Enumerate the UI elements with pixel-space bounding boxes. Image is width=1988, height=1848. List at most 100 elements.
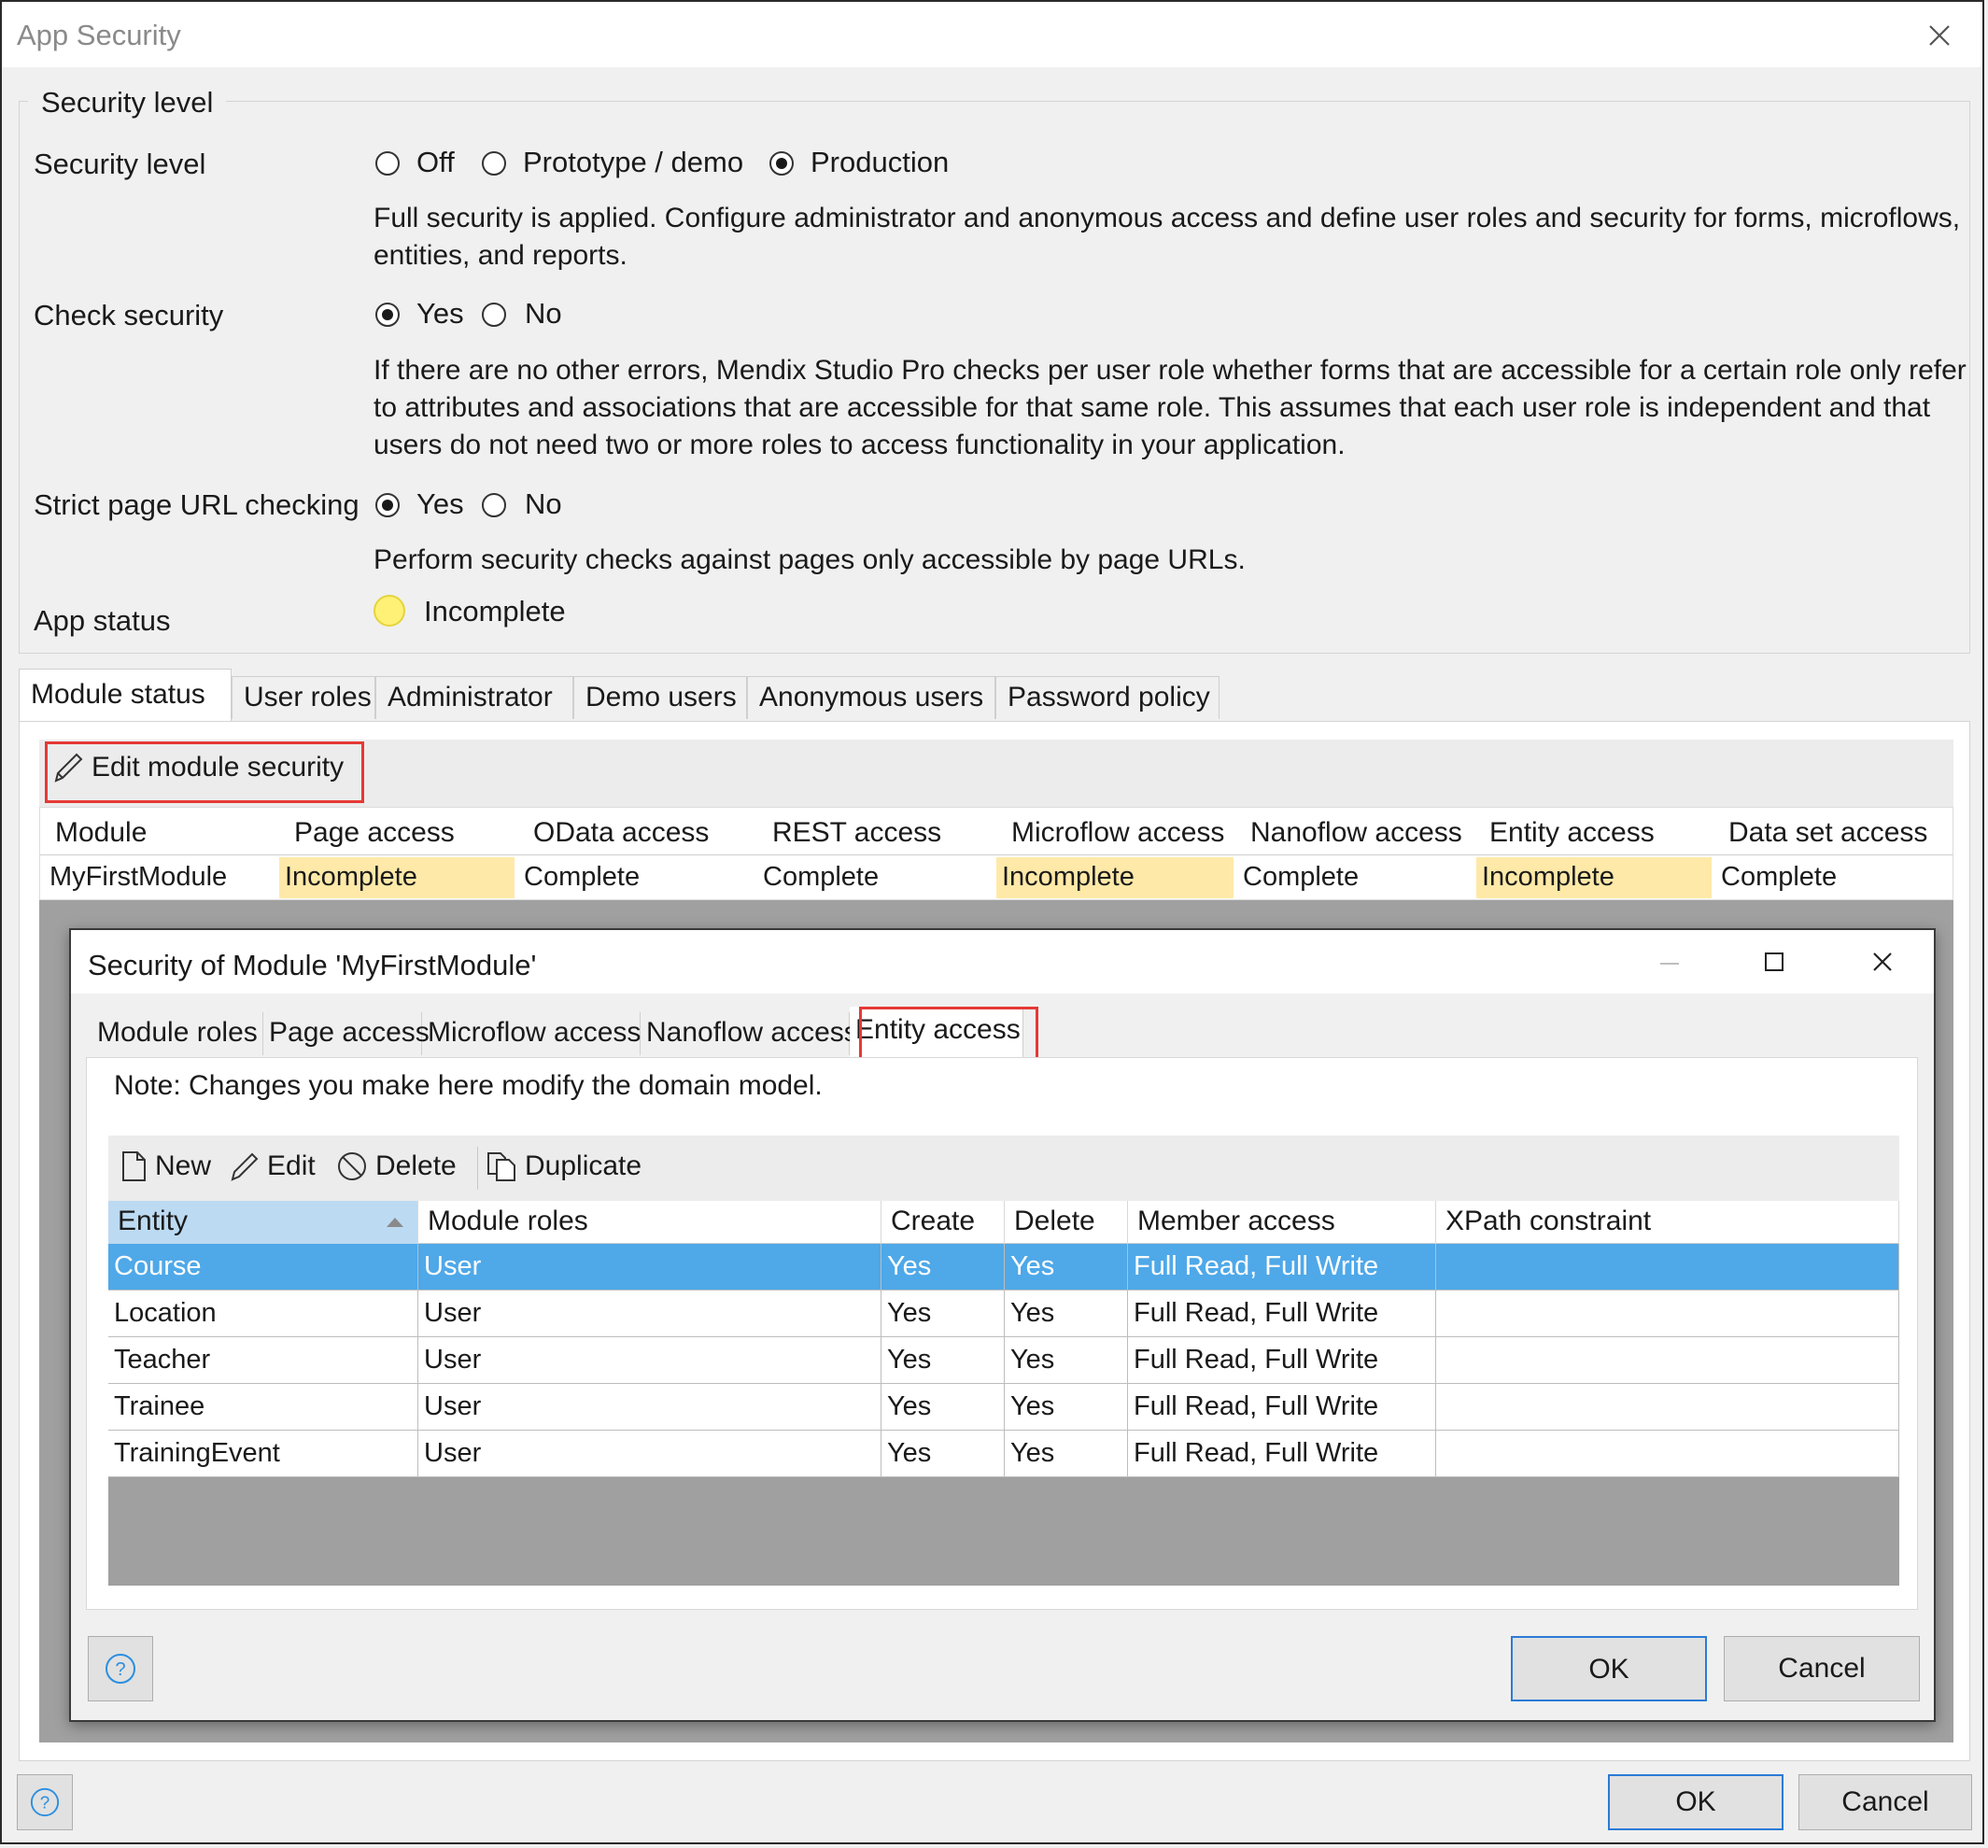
cell-xpath [1436,1291,1899,1337]
cell-member-access: Full Read, Full Write [1128,1384,1436,1431]
radio-production-label: Production [811,146,950,178]
tab-module-roles[interactable]: Module roles [92,1012,263,1055]
tab-demo-users[interactable]: Demo users [573,676,747,719]
cell-member-access: Full Read, Full Write [1128,1244,1436,1291]
tab-page-access[interactable]: Page access [263,1012,430,1055]
cell-delete: Yes [1005,1431,1128,1477]
svg-text:?: ? [115,1659,125,1680]
tab-module-status[interactable]: Module status [19,669,232,723]
table-row[interactable]: Trainee User Yes Yes Full Read, Full Wri… [108,1384,1899,1431]
domain-model-note: Note: Changes you make here modify the d… [114,1070,823,1101]
level-description-2: entities, and reports. [374,240,627,271]
close-icon[interactable] [1923,19,1956,52]
new-button[interactable]: New [120,1150,211,1182]
radio-strict-yes[interactable] [375,493,400,517]
cell-create: Yes [881,1337,1005,1384]
tab-administrator[interactable]: Administrator [375,676,573,719]
col-rest-access: REST access [772,817,942,848]
cell-member-access: Full Read, Full Write [1128,1291,1436,1337]
cell-module-roles: User [418,1384,881,1431]
col-nanoflow-access: Nanoflow access [1250,817,1462,848]
cell-module: MyFirstModule [49,862,228,892]
radio-strict-no[interactable] [482,493,506,517]
status-indicator-icon [374,595,405,627]
group-title: Security level [28,86,227,120]
minimize-icon[interactable] [1658,954,1681,973]
help-icon: ? [30,1787,60,1817]
col-module-roles[interactable]: Module roles [418,1201,881,1244]
title-bar: App Security [2,2,1982,67]
tab-anonymous-users[interactable]: Anonymous users [747,676,995,719]
cell-odata-access: Complete [524,862,641,892]
cell-module-roles: User [418,1244,881,1291]
cell-rest-access: Complete [763,862,880,892]
radio-check-no[interactable] [482,303,506,327]
col-create[interactable]: Create [881,1201,1005,1244]
col-entity-label: Entity [118,1206,189,1236]
table-row[interactable]: TrainingEvent User Yes Yes Full Read, Fu… [108,1431,1899,1477]
cell-module-roles: User [418,1431,881,1477]
help-button[interactable]: ? [88,1636,153,1701]
security-level-label: Security level [34,148,206,180]
table-row[interactable]: MyFirstModule Incomplete Complete Comple… [40,854,1953,900]
check-description-3: users do not need two or more roles to a… [374,430,1346,460]
svg-text:?: ? [40,1794,50,1813]
cell-create: Yes [881,1384,1005,1431]
radio-prototype[interactable] [482,151,506,176]
ok-button[interactable]: OK [1608,1774,1784,1830]
tab-password-policy[interactable]: Password policy [995,676,1220,719]
dialog-ok-button[interactable]: OK [1511,1636,1707,1701]
radio-off[interactable] [375,151,400,176]
delete-button[interactable]: Delete [336,1150,457,1182]
module-status-grid: Module Page access OData access REST acc… [39,807,1953,900]
cancel-button[interactable]: Cancel [1798,1774,1972,1830]
help-button[interactable]: ? [17,1774,73,1830]
cell-create: Yes [881,1244,1005,1291]
cell-xpath [1436,1384,1899,1431]
radio-check-yes[interactable] [375,303,400,327]
cell-xpath [1436,1244,1899,1291]
cell-entity-access: Incomplete [1476,857,1712,898]
cell-entity: Course [108,1244,418,1291]
col-delete[interactable]: Delete [1005,1201,1128,1244]
maximize-icon[interactable] [1763,951,1785,973]
edit-button[interactable]: Edit [230,1150,316,1182]
delete-label: Delete [375,1150,457,1181]
cell-member-access: Full Read, Full Write [1128,1431,1436,1477]
help-icon: ? [106,1654,135,1684]
col-xpath-constraint[interactable]: XPath constraint [1436,1201,1899,1244]
dialog-title: Security of Module 'MyFirstModule' [88,949,537,981]
col-entity-access: Entity access [1489,817,1655,848]
check-description-2: to attributes and associations that are … [374,392,1931,423]
duplicate-button[interactable]: Duplicate [486,1150,642,1182]
cell-entity: Trainee [108,1384,418,1431]
app-status-label: App status [34,604,171,637]
table-row[interactable]: Location User Yes Yes Full Read, Full Wr… [108,1291,1899,1337]
close-icon[interactable] [1869,949,1896,975]
cell-data-set-access: Complete [1721,862,1838,892]
toolbar-separator [477,1147,478,1190]
duplicate-label: Duplicate [525,1150,642,1181]
radio-prototype-label: Prototype / demo [523,146,744,178]
table-row[interactable]: Course User Yes Yes Full Read, Full Writ… [108,1244,1899,1291]
col-member-access[interactable]: Member access [1128,1201,1436,1244]
cell-delete: Yes [1005,1337,1128,1384]
cell-entity: TrainingEvent [108,1431,418,1477]
tab-nanoflow-access[interactable]: Nanoflow access [641,1012,858,1055]
cell-xpath [1436,1431,1899,1477]
cell-delete: Yes [1005,1291,1128,1337]
table-row[interactable]: Teacher User Yes Yes Full Read, Full Wri… [108,1337,1899,1384]
duplicate-icon [487,1152,515,1181]
radio-production[interactable] [769,151,794,176]
radio-strict-yes-label: Yes [416,487,464,520]
col-entity[interactable]: Entity [108,1201,418,1244]
tab-microflow-access[interactable]: Microflow access [422,1012,641,1055]
highlight-edit-module-security [45,741,364,803]
app-status-value: Incomplete [424,595,566,628]
prohibited-icon [338,1152,366,1180]
dialog-cancel-button[interactable]: Cancel [1724,1636,1920,1701]
tab-user-roles[interactable]: User roles [232,676,375,719]
strict-description: Perform security checks against pages on… [374,544,1246,575]
col-microflow-access: Microflow access [1011,817,1225,848]
cell-delete: Yes [1005,1384,1128,1431]
